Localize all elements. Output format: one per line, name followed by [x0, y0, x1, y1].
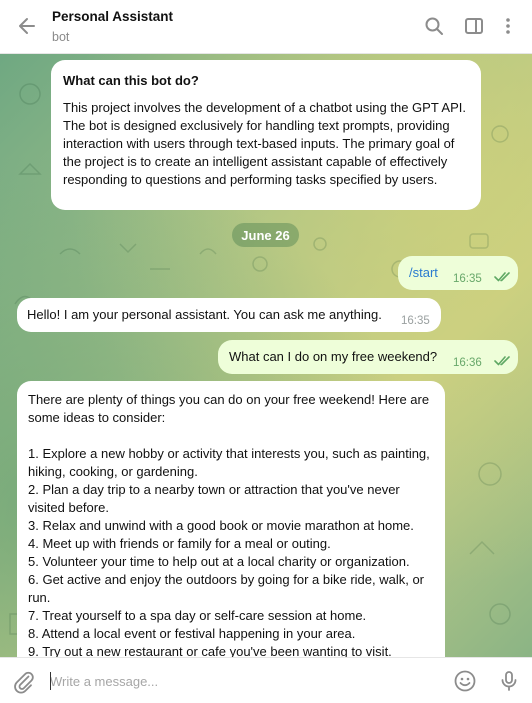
message-time: 16:36 [453, 357, 482, 369]
voice-record-button[interactable] [497, 669, 521, 693]
chat-subtitle: bot [52, 30, 70, 44]
reply-item: 5. Volunteer your time to help out at a … [28, 554, 410, 569]
message-incoming-greeting[interactable]: Hello! I am your personal assistant. You… [17, 298, 441, 332]
sidebar-toggle-icon [465, 18, 483, 34]
attach-button[interactable] [12, 670, 36, 694]
back-arrow-icon [19, 18, 35, 34]
message-composer [0, 657, 532, 703]
reply-item: 7. Treat yourself to a spa day or self-c… [28, 608, 367, 623]
microphone-icon [501, 671, 517, 691]
emoji-icon [454, 670, 476, 692]
message-text: Hello! I am your personal assistant. You… [27, 307, 382, 322]
back-button[interactable] [14, 13, 40, 39]
search-button[interactable] [422, 14, 446, 38]
reply-item: 3. Relax and unwind with a good book or … [28, 518, 414, 533]
date-separator[interactable]: June 26 [232, 223, 299, 247]
more-vertical-icon [506, 18, 510, 34]
paperclip-icon [14, 671, 34, 694]
chat-title[interactable]: Personal Assistant [52, 9, 173, 24]
text-caret [50, 672, 51, 690]
message-time: 16:35 [453, 273, 482, 285]
message-incoming-reply[interactable]: There are plenty of things you can do on… [17, 381, 445, 657]
reply-item: 1. Explore a new hobby or activity that … [28, 446, 430, 479]
reply-item: 2. Plan a day trip to a nearby town or a… [28, 482, 400, 515]
reply-intro: There are plenty of things you can do on… [28, 392, 430, 425]
bot-info-title: What can this bot do? [63, 73, 199, 88]
command-link[interactable]: /start [409, 264, 438, 282]
more-options-button[interactable] [496, 14, 520, 38]
message-input[interactable] [50, 670, 440, 692]
reply-item: 6. Get active and enjoy the outdoors by … [28, 572, 425, 605]
search-icon [425, 17, 443, 35]
message-text: What can I do on my free weekend? [229, 349, 438, 364]
message-outgoing-start[interactable]: /start 16:35 [398, 256, 518, 290]
double-check-icon [494, 356, 510, 366]
message-time: 16:35 [401, 315, 430, 327]
sidebar-toggle-button[interactable] [462, 14, 486, 38]
double-check-icon [494, 272, 510, 282]
emoji-button[interactable] [453, 669, 477, 693]
reply-item: 9. Try out a new restaurant or cafe you'… [28, 644, 392, 657]
chat-header: Personal Assistant bot [0, 0, 532, 54]
reply-item: 8. Attend a local event or festival happ… [28, 626, 356, 641]
chat-area[interactable]: What can this bot do? This project invol… [0, 54, 532, 657]
reply-item: 4. Meet up with friends or family for a … [28, 536, 331, 551]
bot-info-card: What can this bot do? This project invol… [51, 60, 481, 210]
message-outgoing-question[interactable]: What can I do on my free weekend? 16:36 [218, 340, 518, 374]
bot-info-description: This project involves the development of… [63, 100, 466, 187]
